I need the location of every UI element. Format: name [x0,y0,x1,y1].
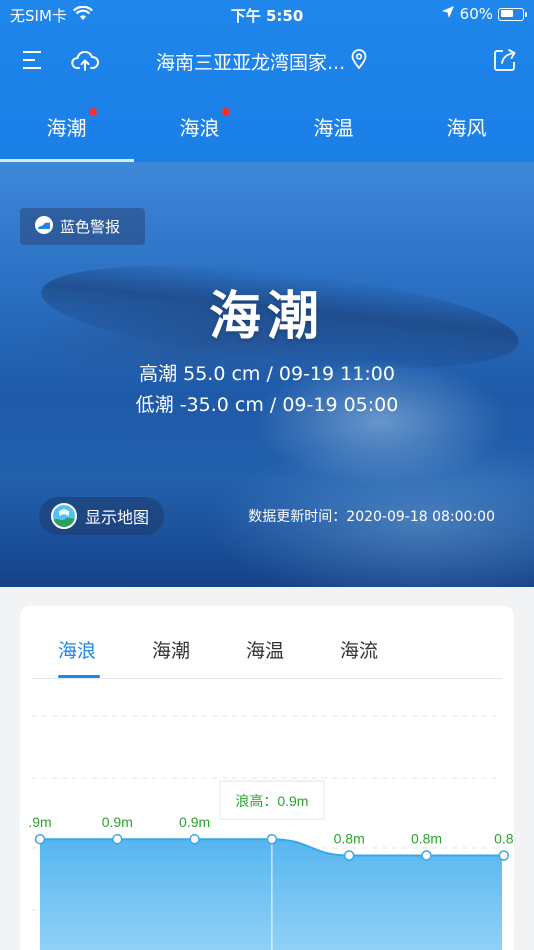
cloud-upload-icon[interactable] [71,48,99,74]
location-arrow-icon [441,5,455,23]
hero-title: 海潮 [208,286,325,347]
card-active-tab-indicator [58,675,100,678]
data-label: .9m [28,814,51,830]
data-point [189,833,200,845]
show-map-button[interactable]: 显示地图 [39,497,164,535]
tab-wind[interactable]: 海风 [400,112,533,141]
tab-wave-label: 海浪 [179,116,220,140]
update-time: 数据更新时间：2020-09-18 08:00:00 [248,509,495,525]
tab-wave[interactable]: 海浪 [133,108,266,141]
notification-dot [89,108,97,116]
tab-tide[interactable]: 海潮 [0,108,133,141]
card-tab-current[interactable]: 海流 [340,636,378,663]
location-title[interactable]: 海南三亚亚龙湾国家... [156,48,367,75]
data-point [34,833,46,845]
tab-wind-label: 海风 [446,116,487,140]
show-map-label: 显示地图 [85,508,150,527]
menu-icon[interactable] [21,48,47,74]
data-label: 0.9m [179,814,210,830]
location-pin-icon [351,49,367,74]
data-point [498,850,510,861]
high-tide-text: 高潮 55.0 cm / 09-19 11:00 [139,363,395,385]
tab-temperature[interactable]: 海温 [267,112,400,141]
status-right: 60% [441,5,527,23]
data-label: 0.8m [411,831,442,847]
battery-percent: 60% [459,5,493,23]
data-point [266,833,278,845]
tab-temperature-label: 海温 [313,116,354,140]
card-tab-tide[interactable]: 海潮 [152,636,190,663]
tab-tide-label: 海潮 [46,116,87,140]
card-tab-wave[interactable]: 海浪 [58,636,96,663]
data-point [112,833,123,845]
alert-badge[interactable]: 蓝色警报 [20,208,145,245]
map-icon [51,503,77,529]
wave-height-chart[interactable]: .9m 0.9m 0.9m 0.8m 0.8m 0.8 浪高：0.9m [20,680,514,950]
share-icon[interactable] [493,48,519,74]
hero-banner: 蓝色警报 海潮 高潮 55.0 cm / 09-19 11:00 低潮 -35.… [0,162,534,587]
data-point [421,850,432,861]
data-label: 0.8m [334,831,365,847]
low-tide-text: 低潮 -35.0 cm / 09-19 05:00 [135,394,399,416]
card-tab-temperature[interactable]: 海温 [246,636,284,663]
data-label: 0.8 [494,831,514,847]
alert-icon [34,215,54,239]
top-tab-bar: 海潮 海浪 海温 海风 [0,100,534,163]
alert-label: 蓝色警报 [60,218,121,236]
location-title-text: 海南三亚亚龙湾国家... [156,52,346,74]
data-point [343,850,355,861]
data-label: 0.9m [102,814,133,830]
battery-icon [498,7,527,21]
card-tab-bar: 海浪 海潮 海温 海流 [32,606,502,679]
notification-dot [222,108,230,116]
tooltip-text: 浪高：0.9m [235,793,308,809]
header: 无SIM卡 下午 5:50 60% 海南三亚亚龙湾国家... 海潮 海浪 海温 … [0,0,534,163]
forecast-card: 海浪 海潮 海温 海流 .9m 0.9m 0.9m 0.8m 0.8m 0.8 浪高：0.9… [20,606,514,950]
navbar: 海南三亚亚龙湾国家... [0,40,534,84]
status-bar: 无SIM卡 下午 5:50 60% [0,0,534,30]
